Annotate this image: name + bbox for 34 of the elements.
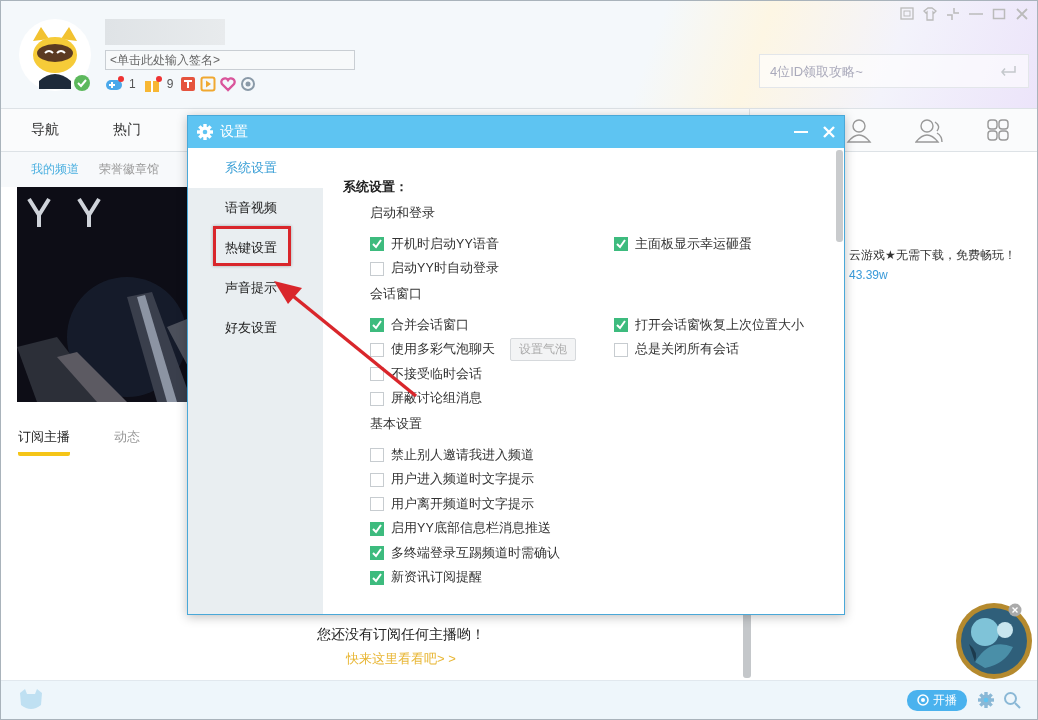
promo-count: 43.39w [849,268,889,282]
settings-nav-item[interactable]: 热键设置 [188,228,324,268]
id-search-field[interactable]: 4位ID领取攻略~ [759,54,1029,88]
tab[interactable]: 订阅主播 [18,428,70,456]
checkbox-label[interactable]: 总是关闭所有会话 [635,341,740,359]
nav-tab[interactable]: 热门 [113,117,141,143]
checkbox-label[interactable]: 用户离开频道时文字提示 [391,495,535,513]
checkbox-label[interactable]: 启用YY底部信息栏消息推送 [391,520,551,538]
checkbox-label[interactable]: 启动YY时自动登录 [391,260,499,278]
badge-count: 9 [166,77,174,91]
checkbox-label[interactable]: 打开会话窗恢复上次位置大小 [635,316,805,334]
settings-heading: 系统设置： [343,178,410,196]
settings-nav-item[interactable]: 声音提示 [188,268,324,308]
section-title: 启动和登录 [370,204,437,222]
section-title: 会话窗口 [370,285,424,303]
checkbox-label[interactable]: 屏蔽讨论组消息 [391,390,483,408]
checkbox-label[interactable]: 不接受临时会话 [391,365,483,383]
settings-nav-item[interactable]: 好友设置 [188,308,324,348]
signature-field[interactable]: <单击此处输入签名> [105,50,355,70]
promo-text[interactable]: 云游戏★无需下载，免费畅玩！ [849,247,1037,264]
checkbox-label[interactable]: 主面板显示幸运砸蛋 [635,235,753,253]
checkbox-label[interactable]: 新资讯订阅提醒 [391,569,483,587]
empty-message: 您还没有订阅任何主播哟！ [317,626,485,644]
checkbox-label[interactable]: 禁止别人邀请我进入频道 [391,446,535,464]
dialog-title: 设置 [220,123,248,141]
checkbox-label[interactable]: 用户进入频道时文字提示 [391,471,535,489]
checkbox-label[interactable]: 合并会话窗口 [391,316,470,334]
settings-nav-item[interactable]: 语音视频 [188,188,324,228]
nav-tab[interactable]: 导航 [31,117,59,143]
section-title: 基本设置 [370,415,424,433]
checkbox-label[interactable]: 开机时启动YY语音 [391,235,499,253]
checkbox-label[interactable]: 多终端登录互踢频道时需确认 [391,544,561,562]
checkbox-label[interactable]: 使用多彩气泡聊天 [391,341,496,359]
badge-count: 1 [129,77,136,91]
